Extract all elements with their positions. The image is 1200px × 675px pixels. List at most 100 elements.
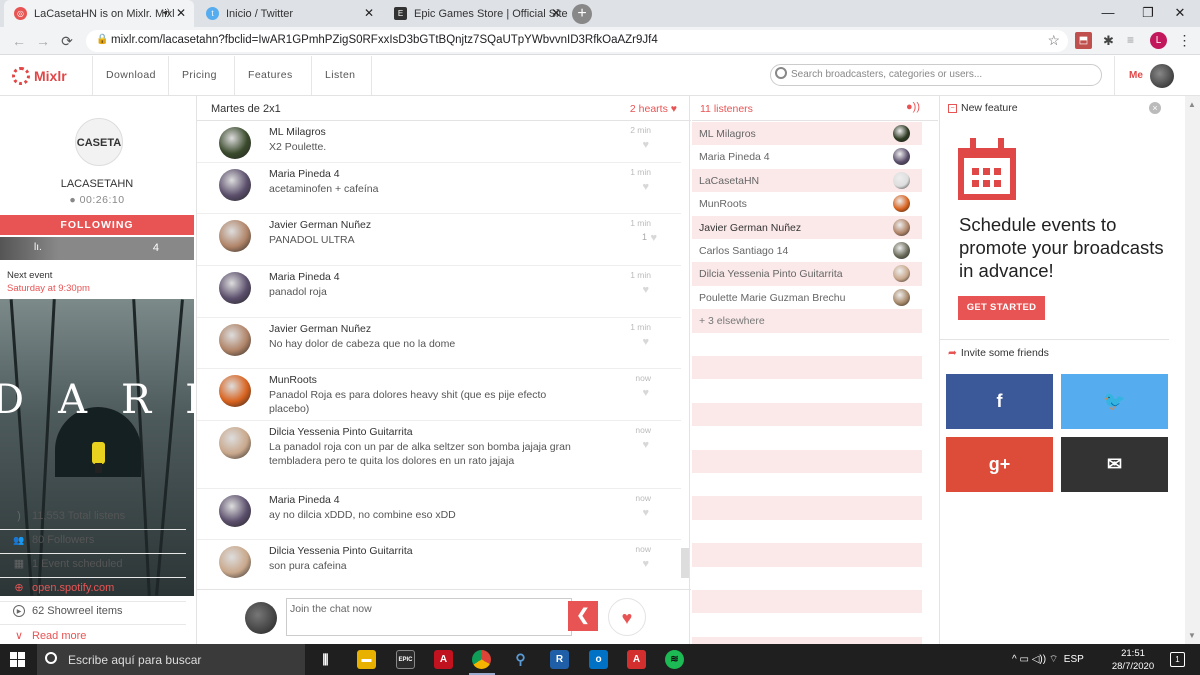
listener-row[interactable]: Dilcia Yessenia Pinto Guitarrita (692, 262, 922, 286)
listener-row[interactable]: LaCasetaHN (692, 168, 922, 193)
message-author[interactable]: MunRoots (269, 374, 317, 386)
windows-start-icon[interactable] (10, 652, 25, 667)
mixlr-logo[interactable]: Mixlr (12, 67, 67, 85)
like-heart-icon[interactable]: ♥ (642, 439, 649, 451)
listener-name[interactable]: Dilcia Yessenia Pinto Guitarrita (699, 268, 843, 280)
listener-avatar[interactable] (893, 218, 910, 236)
listener-avatar[interactable] (893, 265, 910, 283)
following-button[interactable]: FOLLOWING (0, 215, 194, 235)
nav-features[interactable]: Features (234, 56, 306, 95)
listener-avatar[interactable] (893, 288, 910, 306)
like-heart-icon[interactable]: ♥ (642, 387, 649, 399)
listener-name[interactable]: Javier German Nuñez (699, 222, 801, 234)
search-app-icon[interactable]: ⚲ (511, 650, 530, 669)
outlook-icon[interactable]: o (589, 650, 608, 669)
read-more-link[interactable]: ∨ Read more (13, 630, 86, 642)
listener-name[interactable]: Carlos Santiago 14 (699, 245, 788, 257)
get-started-button[interactable]: GET STARTED (958, 296, 1045, 320)
close-tab-icon[interactable]: ✕ (176, 6, 186, 20)
spotify-icon[interactable]: ≋ (665, 650, 684, 669)
back-button[interactable]: ← (10, 32, 28, 50)
reload-button[interactable]: ⟳ (58, 32, 76, 50)
close-promo-button[interactable]: × (1149, 102, 1161, 114)
taskbar-clock[interactable]: 21:51 28/7/2020 (1108, 647, 1158, 673)
message-author[interactable]: Javier German Nuñez (269, 323, 371, 335)
channel-logo[interactable]: CASETA (75, 118, 123, 166)
message-author[interactable]: Dilcia Yessenia Pinto Guitarrita (269, 426, 413, 438)
listeners-elsewhere[interactable]: + 3 elsewhere (692, 309, 922, 333)
forward-button[interactable]: → (34, 32, 52, 50)
chat-input[interactable]: Join the chat now (286, 598, 572, 636)
adobe-icon[interactable]: A (434, 650, 453, 669)
next-event-time[interactable]: Saturday at 9:30pm (7, 283, 90, 294)
close-window-button[interactable]: ✕ (1160, 0, 1200, 27)
avatar[interactable] (219, 546, 251, 578)
listener-row[interactable]: Carlos Santiago 14 (692, 239, 922, 262)
me-menu[interactable]: Me (1114, 56, 1143, 95)
chrome-icon[interactable] (472, 650, 491, 669)
listener-avatar[interactable] (893, 195, 910, 213)
nav-pricing[interactable]: Pricing (168, 56, 230, 95)
like-heart-icon[interactable]: ♥ (642, 181, 649, 193)
avatar[interactable] (219, 324, 251, 356)
avatar[interactable] (219, 495, 251, 527)
listeners-count[interactable]: 11 listeners (700, 103, 753, 115)
profile-avatar[interactable]: L (1150, 32, 1167, 49)
message-author[interactable]: Maria Pineda 4 (269, 494, 340, 506)
chat-messages[interactable]: ML Milagros X2 Poulette. 2 min ♥ Maria Pined… (197, 121, 691, 583)
user-avatar[interactable] (1150, 64, 1174, 88)
message-author[interactable]: ML Milagros (269, 126, 326, 138)
page-scrollbar[interactable]: ▲ ▼ (1185, 96, 1200, 644)
close-tab-icon[interactable]: ✕ (551, 6, 561, 20)
avatar[interactable] (219, 169, 251, 201)
like-heart-icon[interactable]: ♥ (642, 284, 649, 296)
message-author[interactable]: Javier German Nuñez (269, 219, 371, 231)
chat-scrollbar[interactable] (681, 548, 689, 578)
sound-icon[interactable]: ◂) (162, 7, 170, 18)
nav-download[interactable]: Download (92, 56, 169, 95)
new-tab-button[interactable]: + (572, 4, 592, 24)
listener-name[interactable]: MunRoots (699, 198, 747, 210)
system-tray[interactable]: ^ ▭ ◁)) ⌔ ESP (1012, 653, 1084, 666)
message-author[interactable]: Dilcia Yessenia Pinto Guitarrita (269, 545, 413, 557)
listener-avatar[interactable] (893, 242, 910, 259)
followers-count[interactable]: 👥 80 Followers (13, 534, 94, 546)
autocad-icon[interactable]: A (627, 650, 646, 669)
listener-name[interactable]: Poulette Marie Guzman Brechu (699, 292, 846, 304)
website-link[interactable]: ⊕ open.spotify.com (13, 582, 114, 594)
avatar[interactable] (219, 220, 251, 252)
events-scheduled[interactable]: ▦ 1 Event scheduled (13, 558, 123, 570)
minimize-button[interactable]: — (1088, 0, 1128, 27)
epic-games-icon[interactable]: EPIC (396, 650, 415, 669)
pdf-extension-icon[interactable]: ⬒ (1075, 32, 1092, 49)
event-poster-image[interactable]: DARK (0, 299, 194, 596)
hearts-count[interactable]: 2 hearts ♥ (630, 103, 677, 115)
listener-avatar[interactable] (893, 125, 910, 142)
send-button[interactable]: ❮ (568, 601, 598, 631)
listener-name[interactable]: LaCasetaHN (699, 175, 759, 187)
tab-mixlr[interactable]: ◎ LaCasetaHN is on Mixlr. Mixl ◂) ✕ (4, 0, 194, 27)
listener-row[interactable]: MunRoots (692, 192, 922, 215)
tab-epic[interactable]: E Epic Games Store | Official Site ✕ (384, 0, 569, 27)
listener-row[interactable]: Javier German Nuñez (692, 215, 922, 239)
search-input[interactable]: Search broadcasters, categories or users… (770, 64, 1102, 86)
facebook-share-button[interactable]: f (946, 374, 1053, 429)
email-share-button[interactable]: ✉ (1061, 437, 1168, 492)
like-heart-icon[interactable]: ♥ (642, 139, 649, 151)
browser-menu-icon[interactable]: ⋮ (1176, 32, 1193, 49)
like-heart-icon[interactable]: ♥ (642, 507, 649, 519)
google-plus-share-button[interactable]: g+ (946, 437, 1053, 492)
like-heart-icon[interactable]: ♥ (650, 232, 657, 244)
bookmark-star-icon[interactable]: ☆ (1047, 32, 1060, 49)
revit-icon[interactable]: R (550, 650, 569, 669)
listener-name[interactable]: Maria Pineda 4 (699, 151, 770, 163)
close-tab-icon[interactable]: ✕ (364, 6, 374, 20)
like-heart-icon[interactable]: ♥ (642, 336, 649, 348)
tab-twitter[interactable]: t Inicio / Twitter ✕ (196, 0, 382, 27)
avatar[interactable] (219, 375, 251, 407)
media-queue-icon[interactable]: ≡ (1122, 32, 1139, 49)
url-field[interactable]: 🔒 mixlr.com/lacasetahn?fbclid=IwAR1GPmhP… (86, 30, 1068, 52)
listener-row[interactable]: Poulette Marie Guzman Brechu (692, 286, 922, 309)
like-heart-icon[interactable]: ♥ (642, 558, 649, 570)
file-explorer-icon[interactable]: ▬ (357, 650, 376, 669)
